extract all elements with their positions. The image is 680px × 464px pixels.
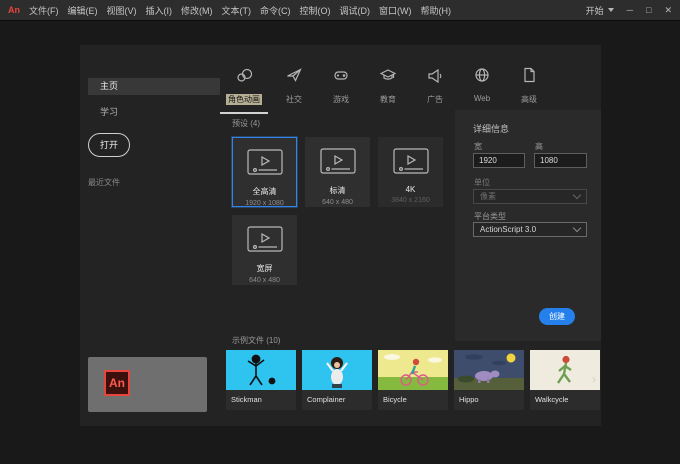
height-label: 高 — [535, 142, 543, 151]
app-logo-icon: An — [8, 5, 20, 15]
menu-file[interactable]: 文件(F) — [29, 4, 59, 17]
sample-card-hippo[interactable]: Hippo — [454, 350, 524, 410]
tab-education[interactable]: 教育 — [373, 67, 403, 105]
sample-name: Hippo — [459, 395, 479, 404]
sidebar-item-home[interactable]: 主页 — [88, 78, 220, 95]
workspace-switcher[interactable]: 开始 — [586, 4, 614, 17]
preset-card-full-hd[interactable]: 全高清 1920 x 1080 — [232, 137, 297, 207]
start-screen-panel: 主页 学习 打开 最近文件 An 角色动画 社交 游戏 教育 广告 Web 高级… — [80, 45, 601, 426]
sample-card-stickman[interactable]: Stickman — [226, 350, 296, 410]
menu-help[interactable]: 帮助(H) — [421, 4, 452, 17]
chevron-down-icon — [572, 223, 582, 233]
maximize-button[interactable]: □ — [646, 0, 651, 20]
animate-window: An 文件(F) 编辑(E) 视图(V) 插入(I) 修改(M) 文本(T) 命… — [0, 0, 680, 464]
menu-commands[interactable]: 命令(C) — [260, 4, 291, 17]
units-label: 单位 — [474, 178, 490, 187]
video-preset-icon — [246, 149, 283, 180]
sample-card-bicycle[interactable]: Bicycle — [378, 350, 448, 410]
globe-icon — [474, 67, 490, 88]
menu-modify[interactable]: 修改(M) — [181, 4, 213, 17]
height-input[interactable] — [534, 153, 587, 168]
chevron-down-icon — [607, 8, 614, 12]
preset-name: 4K — [405, 185, 416, 194]
units-dropdown[interactable]: 像素 — [473, 189, 587, 204]
workspace-label: 开始 — [585, 5, 604, 16]
units-value: 像素 — [480, 192, 496, 201]
preset-size: 640 x 480 — [322, 199, 353, 206]
tab-social[interactable]: 社交 — [279, 67, 309, 105]
menu-control[interactable]: 控制(O) — [300, 4, 331, 17]
preset-card-sd[interactable]: 标清 640 x 480 — [305, 137, 370, 207]
tab-label: 社交 — [286, 95, 302, 104]
tab-web[interactable]: Web — [467, 67, 497, 103]
stickman-thumbnail — [226, 350, 296, 390]
tab-advanced[interactable]: 高级 — [514, 67, 544, 105]
recent-files-label: 最近文件 — [88, 178, 120, 187]
sample-card-walkcycle[interactable]: Walkcycle — [530, 350, 600, 410]
presets-heading: 预设 (4) — [232, 119, 260, 128]
menu-view[interactable]: 视图(V) — [107, 4, 137, 17]
preset-size: 3840 x 2160 — [391, 197, 430, 204]
menu-text[interactable]: 文本(T) — [222, 4, 252, 17]
tab-character-animation[interactable]: 角色动画 — [220, 67, 268, 114]
minimize-button[interactable]: ─ — [627, 0, 633, 20]
platform-dropdown[interactable]: ActionScript 3.0 — [473, 222, 587, 237]
sample-name: Walkcycle — [535, 395, 569, 404]
promo-card[interactable]: An — [88, 357, 207, 412]
complainer-thumbnail — [302, 350, 372, 390]
preset-size: 640 x 480 — [249, 277, 280, 284]
menu-bar: An 文件(F) 编辑(E) 视图(V) 插入(I) 修改(M) 文本(T) 命… — [0, 0, 680, 21]
tab-label: 教育 — [380, 95, 396, 104]
document-icon — [521, 67, 537, 88]
sample-name: Stickman — [231, 395, 262, 404]
hippo-thumbnail — [454, 350, 524, 390]
sidebar-item-learn[interactable]: 学习 — [100, 105, 118, 118]
tab-games[interactable]: 游戏 — [326, 67, 356, 105]
preset-card-widescreen[interactable]: 宽屏 640 x 480 — [232, 215, 297, 285]
create-button[interactable]: 创建 — [539, 308, 575, 325]
megaphone-icon — [427, 67, 443, 88]
video-preset-icon — [319, 148, 356, 179]
tab-ads[interactable]: 广告 — [420, 67, 450, 105]
sample-name: Bicycle — [383, 395, 407, 404]
character-animation-icon — [236, 67, 253, 88]
menu-insert[interactable]: 插入(I) — [146, 4, 173, 17]
tab-label: 游戏 — [333, 95, 349, 104]
preset-name: 宽屏 — [256, 264, 273, 273]
animate-logo-icon: An — [104, 370, 130, 396]
game-controller-icon — [333, 67, 349, 88]
width-label: 宽 — [474, 142, 482, 151]
bicycle-thumbnail — [378, 350, 448, 390]
menu-window[interactable]: 窗口(W) — [379, 4, 412, 17]
details-panel: 详细信息 宽 高 单位 像素 平台类型 ActionScript 3.0 创建 — [455, 110, 601, 341]
menu-edit[interactable]: 编辑(E) — [68, 4, 98, 17]
video-preset-icon — [392, 148, 429, 179]
close-button[interactable]: ✕ — [664, 0, 672, 20]
menu-debug[interactable]: 调试(D) — [340, 4, 371, 17]
sample-name: Complainer — [307, 395, 346, 404]
paper-plane-icon — [286, 67, 302, 88]
preset-card-4k[interactable]: 4K 3840 x 2160 — [378, 137, 443, 207]
tab-label: 角色动画 — [226, 94, 262, 105]
preset-name: 标清 — [329, 186, 346, 195]
open-button[interactable]: 打开 — [88, 133, 130, 157]
platform-label: 平台类型 — [474, 212, 506, 221]
preset-size: 1920 x 1080 — [245, 200, 284, 207]
category-tabs: 角色动画 社交 游戏 教育 广告 Web 高级 — [220, 67, 544, 114]
width-input[interactable] — [473, 153, 525, 168]
samples-heading: 示例文件 (10) — [232, 336, 281, 345]
walkcycle-thumbnail — [530, 350, 600, 390]
platform-value: ActionScript 3.0 — [480, 225, 537, 234]
tab-label: 广告 — [427, 95, 443, 104]
samples-scroll-right-button[interactable]: › — [592, 372, 596, 386]
graduation-cap-icon — [379, 67, 397, 88]
video-preset-icon — [246, 226, 283, 257]
tab-label: Web — [473, 94, 491, 103]
tab-label: 高级 — [521, 95, 537, 104]
details-heading: 详细信息 — [473, 124, 510, 134]
chevron-down-icon — [572, 190, 582, 200]
sample-card-complainer[interactable]: Complainer — [302, 350, 372, 410]
preset-name: 全高清 — [252, 187, 277, 196]
